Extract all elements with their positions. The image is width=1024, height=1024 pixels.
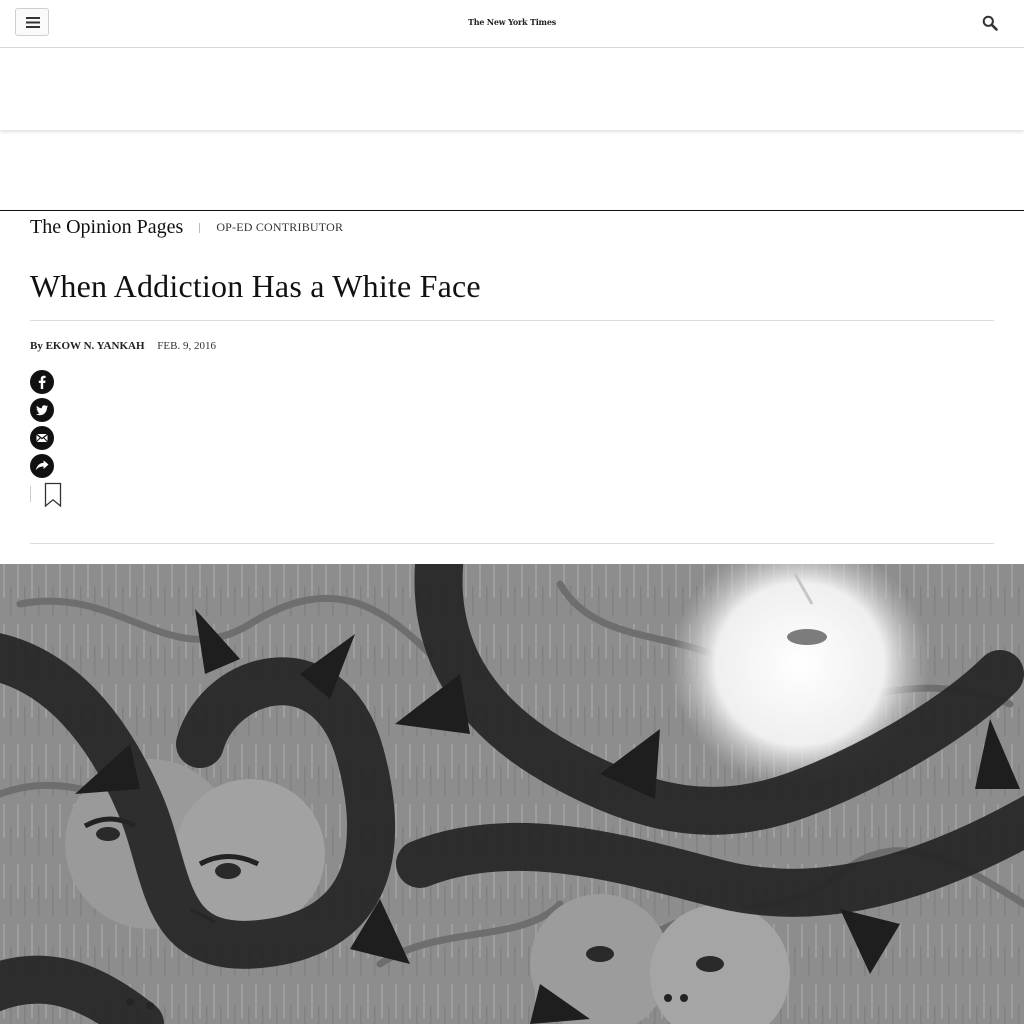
- share-twitter-button[interactable]: [30, 398, 54, 422]
- search-icon: [982, 15, 998, 31]
- save-button[interactable]: [44, 482, 62, 513]
- author-name[interactable]: By EKOW N. YANKAH: [30, 340, 145, 352]
- byline: By EKOW N. YANKAH FEB. 9, 2016: [30, 340, 216, 352]
- search-button[interactable]: [982, 15, 1000, 33]
- share-email-button[interactable]: [30, 426, 54, 450]
- tools-divider: [30, 543, 994, 544]
- share-arrow-icon: [30, 454, 54, 478]
- site-logo[interactable]: The New York Times: [0, 17, 1024, 27]
- facebook-icon: [30, 370, 54, 394]
- article-headline: When Addiction Has a White Face: [30, 268, 481, 304]
- article-kicker: The Opinion Pages OP-ED CONTRIBUTOR: [30, 216, 343, 244]
- save-divider: [30, 486, 31, 502]
- share-facebook-button[interactable]: [30, 370, 54, 394]
- save-tool: [30, 482, 70, 508]
- bookmark-icon: [44, 482, 62, 508]
- lead-illustration: [0, 564, 1024, 1024]
- section-name-link[interactable]: The Opinion Pages: [30, 216, 183, 238]
- top-bar: The New York Times: [0, 0, 1024, 48]
- email-icon: [30, 426, 54, 450]
- ad-banner: [0, 48, 1024, 130]
- twitter-icon: [30, 398, 54, 422]
- headline-divider: [30, 320, 994, 321]
- illustration-art: [0, 564, 1024, 1024]
- share-more-button[interactable]: [30, 454, 54, 478]
- ad-space: [0, 132, 1024, 211]
- publish-date: FEB. 9, 2016: [157, 340, 216, 352]
- kicker-divider: [199, 222, 201, 233]
- kicker-label: OP-ED CONTRIBUTOR: [216, 220, 344, 234]
